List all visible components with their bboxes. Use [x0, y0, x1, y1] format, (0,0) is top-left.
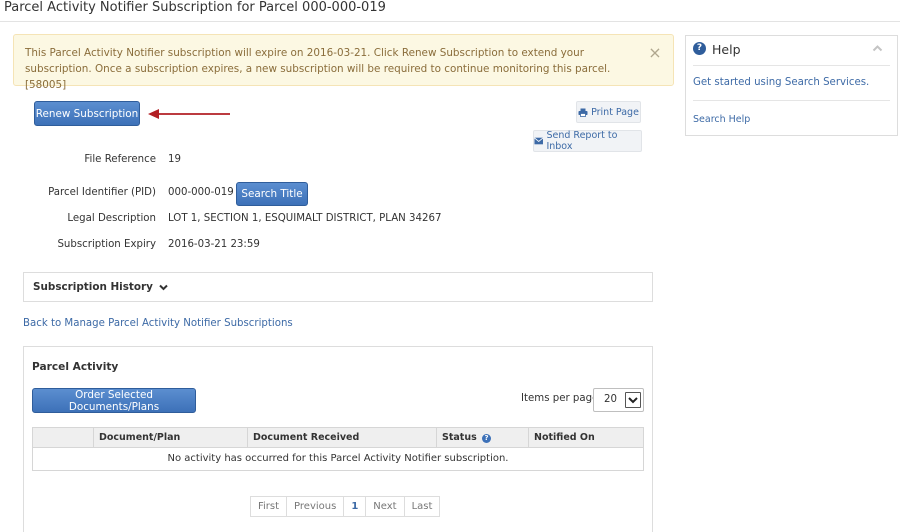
- get-started-link[interactable]: Get started using Search Services.: [693, 77, 869, 88]
- print-page-label: Print Page: [591, 106, 639, 118]
- subscription-expiry-label: Subscription Expiry: [57, 239, 156, 250]
- status-column-header[interactable]: Status ?: [436, 428, 528, 447]
- subscription-history-toggle[interactable]: Subscription History: [23, 272, 653, 302]
- renew-subscription-button[interactable]: Renew Subscription: [34, 101, 140, 126]
- printer-icon: [578, 108, 588, 117]
- search-help-link[interactable]: Search Help: [693, 114, 750, 125]
- order-documents-button[interactable]: Order Selected Documents/Plans: [32, 388, 196, 413]
- help-divider: [693, 100, 890, 101]
- document-plan-column-header[interactable]: Document/Plan: [93, 428, 247, 447]
- document-received-column-header[interactable]: Document Received: [247, 428, 436, 447]
- info-icon[interactable]: ?: [482, 434, 492, 443]
- arrow-left-icon: [148, 109, 230, 119]
- envelope-icon: [534, 137, 544, 145]
- send-report-button[interactable]: Send Report to Inbox: [533, 130, 642, 152]
- file-reference-label: File Reference: [84, 154, 156, 165]
- pagination-page-current[interactable]: 1: [343, 496, 367, 517]
- file-reference-value: 19: [168, 154, 181, 165]
- pid-value: 000-000-019: [168, 187, 234, 198]
- pagination: First Previous 1 Next Last: [250, 496, 441, 517]
- items-per-page-label: Items per page: [521, 393, 599, 404]
- alert-message: This Parcel Activity Notifier subscripti…: [25, 47, 611, 91]
- chevron-down-icon: [159, 284, 168, 290]
- table-empty-row: No activity has occurred for this Parcel…: [32, 448, 644, 471]
- page-title: Parcel Activity Notifier Subscription fo…: [4, 0, 386, 15]
- activity-table-header: Document/Plan Document Received Status ?…: [32, 427, 644, 448]
- status-column-label: Status: [442, 432, 477, 443]
- pagination-last[interactable]: Last: [403, 496, 441, 517]
- items-per-page-value: 20: [604, 394, 617, 405]
- search-title-button[interactable]: Search Title: [236, 182, 308, 206]
- pagination-previous[interactable]: Previous: [286, 496, 345, 517]
- legal-description-label: Legal Description: [67, 213, 156, 224]
- title-divider: [0, 21, 900, 22]
- legal-description-value: LOT 1, SECTION 1, ESQUIMALT DISTRICT, PL…: [168, 213, 442, 224]
- pagination-next[interactable]: Next: [365, 496, 405, 517]
- select-column-header: [33, 428, 93, 447]
- expiry-alert: This Parcel Activity Notifier subscripti…: [13, 34, 674, 91]
- send-report-label: Send Report to Inbox: [546, 130, 618, 152]
- back-to-manage-link[interactable]: Back to Manage Parcel Activity Notifier …: [23, 318, 293, 329]
- close-icon[interactable]: ×: [648, 45, 662, 61]
- question-circle-icon: ?: [693, 42, 706, 55]
- subscription-expiry-value: 2016-03-21 23:59: [168, 239, 260, 250]
- pid-label: Parcel Identifier (PID): [48, 187, 156, 198]
- pagination-first[interactable]: First: [250, 496, 288, 517]
- help-divider: [693, 65, 890, 66]
- notified-on-column-header[interactable]: Notified On: [528, 428, 644, 447]
- parcel-activity-title: Parcel Activity: [32, 361, 119, 373]
- subscription-history-label: Subscription History: [33, 281, 153, 293]
- chevron-up-icon[interactable]: [872, 44, 883, 52]
- help-title: Help: [712, 42, 741, 57]
- items-per-page-select[interactable]: 20: [593, 388, 644, 412]
- chevron-down-icon: [625, 392, 641, 408]
- print-page-button[interactable]: Print Page: [576, 101, 641, 123]
